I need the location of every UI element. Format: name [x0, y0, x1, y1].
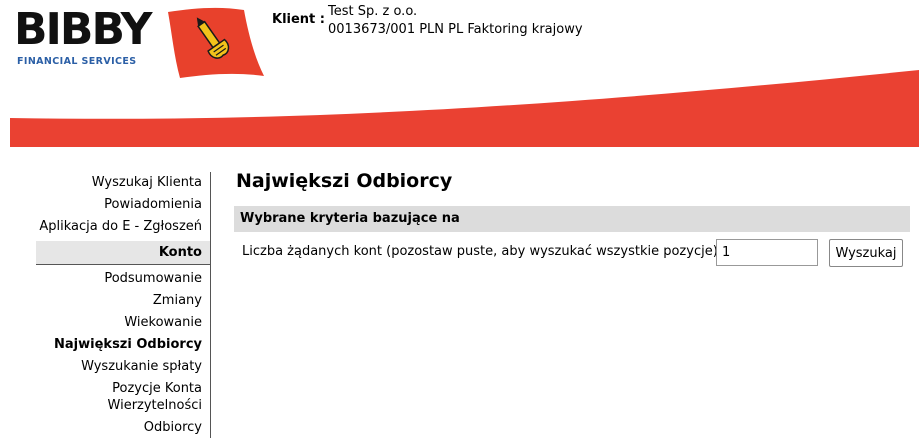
- criteria-header: Wybrane kryteria bazujące na: [234, 206, 910, 232]
- client-label: Klient :: [272, 12, 325, 27]
- logo-wordmark: BIBBY: [14, 4, 152, 55]
- header-banner: [10, 70, 919, 147]
- sidebar-item-aplikacja-e-zgloszen[interactable]: Aplikacja do E - Zgłoszeń: [36, 216, 210, 238]
- sidebar-section-konto: Konto: [36, 241, 210, 265]
- sidebar-item-powiadomienia[interactable]: Powiadomienia: [36, 194, 210, 216]
- client-account: 0013673/001 PLN PL Faktoring krajowy: [328, 22, 583, 37]
- sidebar-item-wyszukaj-klienta[interactable]: Wyszukaj Klienta: [36, 172, 210, 194]
- account-count-label: Liczba żądanych kont (pozostaw puste, ab…: [242, 244, 718, 259]
- sidebar-item-wyszukanie-splaty[interactable]: Wyszukanie spłaty: [36, 356, 210, 378]
- logo-subtitle: FINANCIAL SERVICES: [17, 56, 137, 67]
- sidebar-item-podsumowanie[interactable]: Podsumowanie: [36, 268, 210, 290]
- sidebar-item-najwieksi-odbiorcy[interactable]: Największi Odbiorcy: [36, 334, 210, 356]
- sidebar-item-wiekowanie[interactable]: Wiekowanie: [36, 312, 210, 334]
- client-info: Test Sp. z o.o. 0013673/001 PLN PL Fakto…: [328, 3, 583, 39]
- sidebar-nav: Wyszukaj Klienta Powiadomienia Aplikacja…: [36, 172, 211, 438]
- bibby-logo: BIBBY FINANCIAL SERVICES: [14, 8, 174, 72]
- client-name: Test Sp. z o.o.: [328, 4, 418, 19]
- account-count-input[interactable]: [716, 239, 818, 266]
- page-title: Największi Odbiorcy: [236, 170, 453, 192]
- search-button[interactable]: Wyszukaj: [829, 239, 903, 267]
- flag-logo-icon: [168, 7, 264, 79]
- sidebar-item-odbiorcy[interactable]: Odbiorcy: [36, 417, 210, 439]
- sidebar-item-zmiany[interactable]: Zmiany: [36, 290, 210, 312]
- sidebar-item-pozycje-konta[interactable]: Pozycje Konta Wierzytelności: [36, 378, 210, 417]
